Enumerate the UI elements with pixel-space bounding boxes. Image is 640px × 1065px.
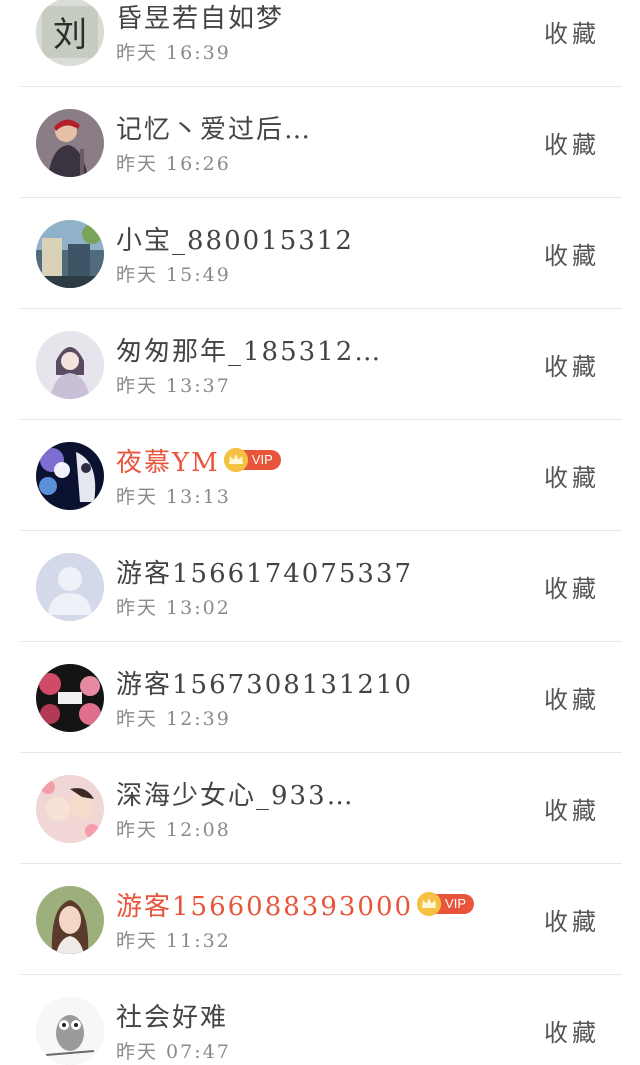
item-info: 昏昱若自如梦 昨天 16:39 [116, 0, 522, 65]
name-line: 夜慕YM VIP [116, 442, 522, 478]
visit-time: 昨天 12:08 [116, 819, 231, 841]
user-name[interactable]: 匆匆那年_185312… [116, 331, 382, 368]
favorite-button[interactable]: 收藏 [522, 125, 622, 160]
favorite-button[interactable]: 收藏 [522, 680, 622, 715]
item-info: 游客1566174075337 昨天 13:02 [116, 553, 522, 620]
favorite-button[interactable]: 收藏 [522, 791, 622, 826]
item-info: 深海少女心_933… 昨天 12:08 [116, 775, 522, 842]
list-item[interactable]: 夜慕YM VIP 昨天 13:13 收藏 [0, 420, 640, 531]
item-info: 小宝_880015312 昨天 15:49 [116, 220, 522, 287]
item-info: 游客1566088393000 VIP 昨天 11:32 [116, 886, 522, 953]
list-item[interactable]: 刘 昏昱若自如梦 昨天 16:39 收藏 [0, 0, 640, 87]
user-name[interactable]: 游客1566088393000 [116, 886, 413, 923]
item-info: 游客1567308131210 昨天 12:39 [116, 664, 522, 731]
visit-time: 昨天 16:26 [116, 153, 231, 175]
visit-time: 昨天 11:32 [116, 930, 231, 952]
favorite-button[interactable]: 收藏 [522, 1013, 622, 1048]
name-line: 游客1567308131210 [116, 664, 522, 700]
list-item[interactable]: 游客1567308131210 昨天 12:39 收藏 [0, 642, 640, 753]
visit-time: 昨天 12:39 [116, 708, 231, 730]
name-line: 游客1566174075337 [116, 553, 522, 589]
favorite-button[interactable]: 收藏 [522, 347, 622, 382]
visit-time: 昨天 15:49 [116, 264, 231, 286]
user-name[interactable]: 社会好难 [116, 997, 228, 1034]
user-name[interactable]: 夜慕YM [116, 442, 220, 479]
item-info: 记忆丶爱过后… 昨天 16:26 [116, 109, 522, 176]
crown-icon [223, 448, 248, 472]
avatar[interactable] [36, 441, 104, 510]
name-line: 小宝_880015312 [116, 220, 522, 256]
avatar[interactable] [36, 552, 104, 621]
svg-text:刘: 刘 [53, 15, 87, 55]
user-name[interactable]: 深海少女心_933… [116, 775, 355, 812]
avatar[interactable] [36, 330, 104, 399]
favorite-button[interactable]: 收藏 [522, 236, 622, 271]
list-item[interactable]: 深海少女心_933… 昨天 12:08 收藏 [0, 753, 640, 864]
list-item[interactable]: 游客1566088393000 VIP 昨天 11:32 收藏 [0, 864, 640, 975]
favorite-button[interactable]: 收藏 [522, 458, 622, 493]
visit-time: 昨天 13:37 [116, 375, 231, 397]
crown-icon [417, 892, 442, 916]
visit-time: 昨天 16:39 [116, 42, 231, 64]
name-line: 记忆丶爱过后… [116, 109, 522, 145]
favorite-button[interactable]: 收藏 [522, 14, 622, 49]
name-line: 深海少女心_933… [116, 775, 522, 811]
favorite-button[interactable]: 收藏 [522, 902, 622, 937]
avatar[interactable]: 刘 [36, 0, 104, 66]
avatar[interactable] [36, 885, 104, 954]
visit-time: 昨天 07:47 [116, 1041, 231, 1063]
user-name[interactable]: 游客1566174075337 [116, 553, 413, 590]
name-line: 社会好难 [116, 997, 522, 1033]
item-info: 社会好难 昨天 07:47 [116, 997, 522, 1064]
avatar[interactable] [36, 774, 104, 843]
user-name[interactable]: 小宝_880015312 [116, 220, 354, 257]
avatar[interactable] [36, 996, 104, 1065]
avatar[interactable] [36, 219, 104, 288]
avatar[interactable] [36, 108, 104, 177]
visit-time: 昨天 13:13 [116, 486, 231, 508]
user-name[interactable]: 游客1567308131210 [116, 664, 413, 701]
list-item[interactable]: 匆匆那年_185312… 昨天 13:37 收藏 [0, 309, 640, 420]
favorite-button[interactable]: 收藏 [522, 569, 622, 604]
item-info: 夜慕YM VIP 昨天 13:13 [116, 442, 522, 509]
visitor-list: 刘 昏昱若自如梦 昨天 16:39 收藏 记忆丶爱过后… 昨天 16:26 收藏… [0, 0, 640, 1065]
avatar[interactable] [36, 663, 104, 732]
name-line: 游客1566088393000 VIP [116, 886, 522, 922]
list-item[interactable]: 记忆丶爱过后… 昨天 16:26 收藏 [0, 87, 640, 198]
list-item[interactable]: 游客1566174075337 昨天 13:02 收藏 [0, 531, 640, 642]
user-name[interactable]: 昏昱若自如梦 [116, 0, 284, 35]
name-line: 匆匆那年_185312… [116, 331, 522, 367]
visit-time: 昨天 13:02 [116, 597, 231, 619]
user-name[interactable]: 记忆丶爱过后… [116, 109, 312, 146]
list-item[interactable]: 社会好难 昨天 07:47 收藏 [0, 975, 640, 1065]
name-line: 昏昱若自如梦 [116, 0, 522, 34]
list-item[interactable]: 小宝_880015312 昨天 15:49 收藏 [0, 198, 640, 309]
item-info: 匆匆那年_185312… 昨天 13:37 [116, 331, 522, 398]
